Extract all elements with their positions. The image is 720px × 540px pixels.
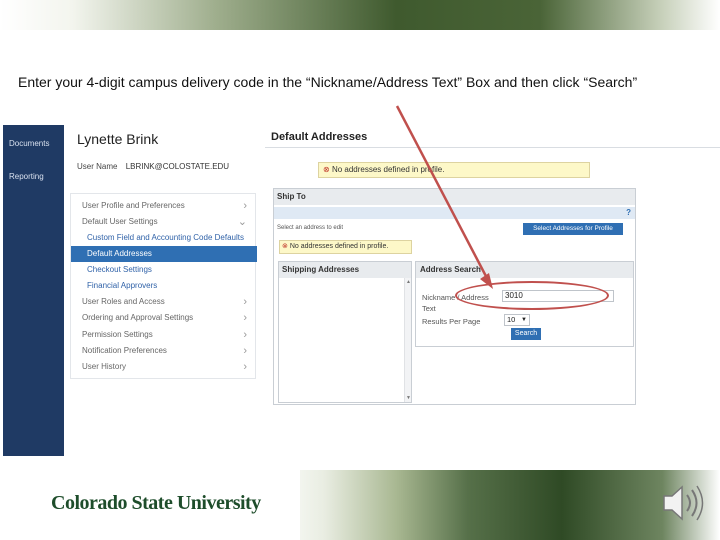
menu-item-label: User History bbox=[82, 362, 127, 371]
menu-item-label: Checkout Settings bbox=[87, 265, 152, 274]
menu-item-label: Default User Settings bbox=[82, 217, 158, 226]
menu-item-label: Ordering and Approval Settings bbox=[82, 313, 194, 322]
error-icon: ⊗ bbox=[282, 243, 288, 250]
menu-item-default-user-settings[interactable]: Default User Settings ⌄ bbox=[71, 214, 257, 230]
menu-item-ordering-approval[interactable]: Ordering and Approval Settings › bbox=[71, 310, 257, 326]
menu-item-user-history[interactable]: User History › bbox=[71, 359, 257, 375]
highlight-ellipse bbox=[455, 281, 609, 310]
chevron-right-icon: › bbox=[243, 345, 247, 357]
chevron-right-icon: › bbox=[243, 312, 247, 324]
ship-to-header: Ship To bbox=[274, 189, 635, 205]
menu-item-user-profile[interactable]: User Profile and Preferences › bbox=[71, 198, 257, 214]
help-icon[interactable]: ? bbox=[626, 208, 631, 217]
user-name-heading: Lynette Brink bbox=[77, 131, 159, 147]
select-addresses-button[interactable]: Select Addresses for Profile bbox=[523, 223, 623, 235]
error-icon: ⊗ bbox=[323, 165, 330, 174]
scrollbar[interactable]: ▲ ▼ bbox=[404, 278, 411, 402]
chevron-down-icon: ⌄ bbox=[237, 216, 247, 228]
slide: Enter your 4-digit campus delivery code … bbox=[0, 0, 720, 540]
username-label: User Name bbox=[77, 162, 118, 171]
nav-item-documents[interactable]: Documents bbox=[9, 139, 49, 148]
warning-banner-inner: ⊗ No addresses defined in profile. bbox=[279, 240, 412, 254]
top-decorative-band bbox=[0, 0, 720, 30]
warning-text: No addresses defined in profile. bbox=[289, 243, 389, 250]
menu-item-label: User Profile and Preferences bbox=[82, 201, 185, 210]
chevron-right-icon: › bbox=[243, 329, 247, 341]
ship-to-toolbar bbox=[274, 207, 635, 219]
nickname-label-text: Text bbox=[422, 304, 436, 313]
scroll-down-icon[interactable]: ▼ bbox=[406, 395, 411, 401]
results-per-page-value: 10 bbox=[507, 315, 516, 324]
warning-banner: ⊗ No addresses defined in profile. bbox=[318, 162, 590, 178]
results-per-page-label: Results Per Page bbox=[422, 317, 481, 326]
menu-item-user-roles[interactable]: User Roles and Access › bbox=[71, 294, 257, 310]
shipping-addresses-panel: Shipping Addresses ▲ ▼ bbox=[278, 261, 412, 403]
username-row: User Name LBRINK@COLOSTATE.EDU bbox=[77, 162, 229, 171]
menu-item-label: Financial Approvers bbox=[87, 281, 158, 290]
warning-text: No addresses defined in profile. bbox=[331, 165, 445, 174]
profile-menu: User Profile and Preferences › Default Us… bbox=[70, 193, 257, 379]
menu-item-financial-approvers[interactable]: Financial Approvers bbox=[71, 278, 257, 294]
dropdown-arrow-icon: ▼ bbox=[521, 317, 527, 323]
speaker-icon[interactable] bbox=[658, 480, 708, 526]
instruction-text: Enter your 4-digit campus delivery code … bbox=[18, 74, 638, 90]
shipping-addresses-header: Shipping Addresses bbox=[279, 262, 411, 278]
menu-item-default-addresses[interactable]: Default Addresses bbox=[71, 246, 257, 262]
menu-item-permission-settings[interactable]: Permission Settings › bbox=[71, 327, 257, 343]
search-button[interactable]: Search bbox=[511, 328, 541, 340]
address-search-header: Address Search bbox=[416, 262, 633, 278]
menu-item-label: Default Addresses bbox=[87, 249, 152, 258]
page-title: Default Addresses bbox=[271, 131, 368, 143]
scroll-up-icon[interactable]: ▲ bbox=[406, 279, 411, 285]
menu-item-checkout-settings[interactable]: Checkout Settings bbox=[71, 262, 257, 278]
results-per-page-select[interactable]: 10 ▼ bbox=[504, 314, 530, 326]
menu-item-label: Notification Preferences bbox=[82, 346, 167, 355]
left-nav: Documents Reporting bbox=[3, 125, 64, 456]
select-address-label: Select an address to edit bbox=[277, 225, 344, 231]
menu-item-label: Custom Field and Accounting Code Default… bbox=[87, 233, 244, 242]
csu-logo: Colorado State University bbox=[51, 492, 261, 514]
menu-item-label: User Roles and Access bbox=[82, 297, 165, 306]
divider bbox=[265, 147, 720, 148]
nav-item-reporting[interactable]: Reporting bbox=[9, 172, 44, 181]
chevron-right-icon: › bbox=[243, 200, 247, 212]
menu-item-custom-field-defaults[interactable]: Custom Field and Accounting Code Default… bbox=[71, 230, 257, 246]
menu-item-label: Permission Settings bbox=[82, 330, 153, 339]
menu-item-notification-preferences[interactable]: Notification Preferences › bbox=[71, 343, 257, 359]
username-value: LBRINK@COLOSTATE.EDU bbox=[125, 162, 230, 171]
chevron-right-icon: › bbox=[243, 361, 247, 373]
chevron-right-icon: › bbox=[243, 296, 247, 308]
